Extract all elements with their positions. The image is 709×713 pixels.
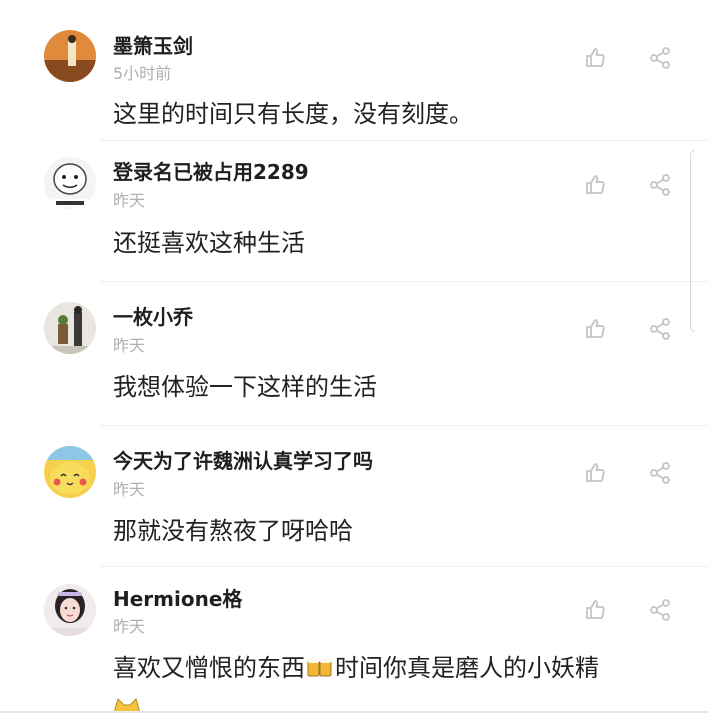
share-button[interactable]	[643, 41, 677, 75]
beer-mugs-emoji-icon	[305, 654, 335, 680]
timestamp: 昨天	[113, 480, 146, 499]
like-button[interactable]	[578, 593, 612, 627]
comment-text: 这里的时间只有长度，没有刻度。	[113, 100, 473, 128]
share-button[interactable]	[643, 168, 677, 202]
divider	[100, 566, 709, 567]
divider	[100, 425, 709, 426]
scrollbar[interactable]	[690, 150, 695, 332]
timestamp: 5小时前	[113, 64, 172, 83]
comment-text: 我想体验一下这样的生活	[113, 373, 377, 401]
girl-portrait-avatar-icon	[44, 584, 96, 636]
share-button[interactable]	[643, 312, 677, 346]
comment-text: 还挺喜欢这种生活	[113, 229, 305, 257]
orange-scene-avatar-icon	[44, 30, 96, 82]
like-button[interactable]	[578, 456, 612, 490]
photo-couple-avatar-icon	[44, 302, 96, 354]
timestamp: 昨天	[113, 617, 146, 636]
share-icon	[650, 599, 670, 621]
share-icon	[650, 47, 670, 69]
thumbs-up-icon	[586, 463, 605, 482]
share-button[interactable]	[643, 456, 677, 490]
thumbs-up-icon	[586, 48, 605, 67]
like-button[interactable]	[578, 41, 612, 75]
comment-text: 那就没有熬夜了呀哈哈	[113, 517, 353, 545]
user-avatar[interactable]	[44, 157, 96, 209]
user-avatar[interactable]	[44, 446, 96, 498]
share-icon	[650, 318, 670, 340]
share-icon	[650, 462, 670, 484]
thumbs-up-icon	[586, 319, 605, 338]
meme-face-avatar-icon	[44, 157, 96, 209]
comment-text-part: 时间你真是磨人的小妖精	[335, 654, 599, 682]
comment-text: 喜欢又憎恨的东西 时间你真是磨人的小妖精	[113, 651, 599, 685]
like-button[interactable]	[578, 312, 612, 346]
username[interactable]: 今天为了许魏洲认真学习了吗	[113, 448, 373, 474]
thumbs-up-icon	[586, 175, 605, 194]
username[interactable]: 墨箫玉剑	[113, 33, 193, 59]
thumbs-up-icon	[586, 600, 605, 619]
timestamp: 昨天	[113, 336, 146, 355]
timestamp: 昨天	[113, 191, 146, 210]
like-button[interactable]	[578, 168, 612, 202]
user-avatar[interactable]	[44, 584, 96, 636]
user-avatar[interactable]	[44, 30, 96, 82]
share-icon	[650, 174, 670, 196]
username[interactable]: 一枚小乔	[113, 304, 193, 330]
divider	[100, 281, 709, 282]
comment-text-part: 喜欢又憎恨的东西	[113, 654, 305, 682]
user-avatar[interactable]	[44, 302, 96, 354]
username[interactable]: Hermione格	[113, 586, 242, 612]
share-button[interactable]	[643, 593, 677, 627]
pikachu-avatar-icon	[44, 446, 96, 498]
divider	[100, 140, 709, 141]
username[interactable]: 登录名已被占用2289	[113, 159, 309, 185]
